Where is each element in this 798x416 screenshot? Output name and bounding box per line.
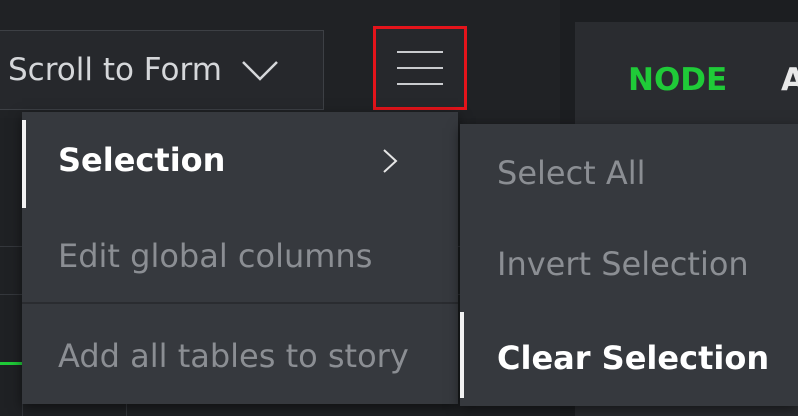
menu-item-add-all-tables[interactable]: Add all tables to story [22, 308, 458, 404]
submenu-item-label: Clear Selection [497, 339, 770, 377]
menu-item-selection[interactable]: Selection [22, 112, 458, 208]
chevron-right-icon [383, 149, 398, 173]
hamburger-icon [397, 51, 443, 85]
active-indicator [22, 120, 26, 208]
scroll-to-form-select[interactable]: Scroll to Form [0, 30, 324, 110]
menu-divider [22, 302, 458, 304]
context-menu: Selection Edit global columns Add all ta… [22, 112, 458, 404]
menu-item-label: Edit global columns [58, 237, 373, 275]
menu-item-label: Add all tables to story [58, 337, 409, 375]
active-indicator [460, 312, 464, 398]
row-accent [0, 362, 22, 365]
submenu-item-clear-selection[interactable]: Clear Selection [460, 310, 798, 406]
app-window: Scroll to Form NODE A Selection Edit glo… [0, 0, 798, 416]
menu-item-label: Selection [58, 141, 226, 179]
menu-button[interactable] [373, 26, 467, 110]
submenu-item-select-all[interactable]: Select All [460, 124, 798, 222]
next-tab-label[interactable]: A [781, 62, 798, 98]
submenu-item-label: Select All [497, 154, 646, 192]
chevron-down-icon [242, 61, 278, 81]
menu-item-edit-global-columns[interactable]: Edit global columns [22, 212, 458, 300]
submenu-item-invert-selection[interactable]: Invert Selection [460, 218, 798, 310]
submenu-item-label: Invert Selection [497, 245, 749, 283]
node-tab-label[interactable]: NODE [628, 62, 727, 98]
scroll-select-value: Scroll to Form [8, 52, 222, 88]
selection-submenu: Select All Invert Selection Clear Select… [460, 124, 798, 406]
